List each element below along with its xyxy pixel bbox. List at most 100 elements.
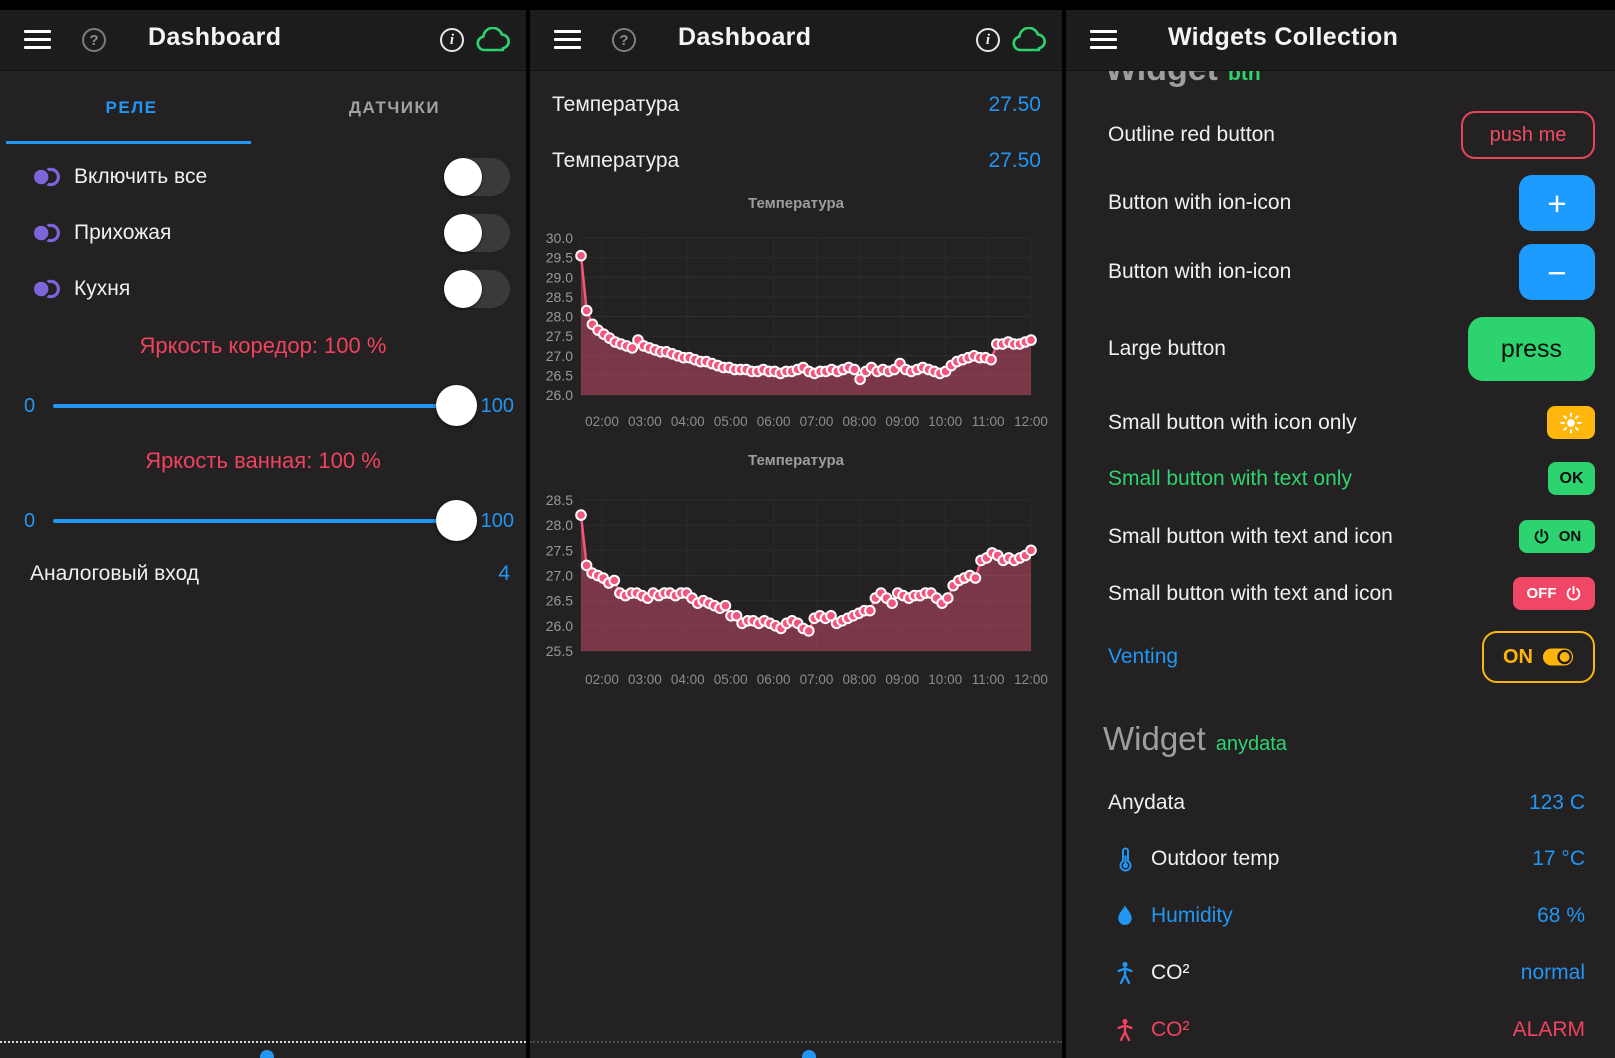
tab-bar: РЕЛЕ ДАТЧИКИ <box>0 70 526 145</box>
data-row-label: Outdoor temp <box>1151 847 1279 871</box>
info-icon[interactable]: i <box>976 28 1000 52</box>
hamburger-menu-icon[interactable] <box>1090 30 1117 49</box>
plus-button[interactable]: + <box>1519 175 1595 231</box>
slider-track[interactable] <box>53 519 473 523</box>
svg-text:26.0: 26.0 <box>546 618 573 634</box>
page-title: Dashboard <box>148 23 281 52</box>
data-row-value: 68 % <box>1537 904 1585 928</box>
page-title: Dashboard <box>678 23 811 52</box>
data-row-humidity: Humidity 68 % <box>1108 899 1585 933</box>
tab-sensors[interactable]: ДАТЧИКИ <box>263 70 526 145</box>
svg-text:27.5: 27.5 <box>546 328 573 344</box>
ok-button[interactable]: OK <box>1548 462 1595 495</box>
widget-row-label: Small button with text and icon <box>1108 582 1393 606</box>
relay-toggle-icon <box>30 166 62 188</box>
tab-relays[interactable]: РЕЛЕ <box>0 70 263 145</box>
slider-label-corridor: Яркость коредор: 100 % <box>0 333 526 359</box>
svg-text:04:00: 04:00 <box>671 414 705 429</box>
on-button[interactable]: ON <box>1519 520 1595 553</box>
svg-text:10:00: 10:00 <box>928 672 962 687</box>
slider-knob[interactable] <box>436 385 477 426</box>
switch-row: Кухня <box>0 261 526 317</box>
toggle-knob <box>444 158 482 196</box>
button-label: OFF <box>1527 585 1557 602</box>
switch-all-toggle[interactable] <box>444 158 510 196</box>
widget-row-text-only: Small button with text only OK <box>1108 462 1595 495</box>
widget-row-label: Button with ion-icon <box>1108 260 1291 284</box>
venting-toggle-button[interactable]: ON <box>1482 631 1595 683</box>
widget-row-label: Venting <box>1108 645 1178 669</box>
data-row-anydata: Anydata 123 C <box>1108 786 1585 820</box>
svg-text:04:00: 04:00 <box>671 672 705 687</box>
scroll-indicator-dot[interactable] <box>802 1050 816 1058</box>
analog-input-value: 4 <box>498 562 510 586</box>
water-drop-icon <box>1113 903 1137 929</box>
info-icon[interactable]: i <box>440 28 464 52</box>
svg-text:26.0: 26.0 <box>546 387 573 403</box>
svg-text:10:00: 10:00 <box>928 414 962 429</box>
header: Widgets Collection <box>1066 10 1615 71</box>
svg-text:07:00: 07:00 <box>800 414 834 429</box>
svg-text:27.0: 27.0 <box>546 568 573 584</box>
relay-toggle-icon <box>30 222 62 244</box>
help-glyph: ? <box>619 32 628 49</box>
press-button[interactable]: press <box>1468 317 1595 381</box>
slider-knob[interactable] <box>436 500 477 541</box>
widget-row-venting: Venting ON <box>1108 631 1595 683</box>
svg-text:09:00: 09:00 <box>885 414 919 429</box>
slider-min-label: 0 <box>24 395 35 418</box>
switch-row: Включить все <box>0 149 526 205</box>
widget-row-label: Small button with text only <box>1108 467 1352 491</box>
data-row-label: Anydata <box>1108 791 1185 815</box>
help-glyph: ? <box>89 32 98 49</box>
power-icon <box>1565 585 1582 602</box>
data-row-label: Humidity <box>1151 904 1233 928</box>
svg-text:03:00: 03:00 <box>628 414 662 429</box>
svg-text:05:00: 05:00 <box>714 672 748 687</box>
data-row-value: normal <box>1521 961 1585 985</box>
bottom-dotted-divider <box>530 1041 1062 1043</box>
temperature-chart-1: Температура 02:0003:0004:0005:0006:0007:… <box>530 195 1062 441</box>
widget-row-large-button: Large button press <box>1108 317 1595 381</box>
minus-button[interactable]: − <box>1519 244 1595 300</box>
hamburger-menu-icon[interactable] <box>24 30 51 49</box>
hamburger-menu-icon[interactable] <box>554 30 581 49</box>
toggle-knob <box>444 214 482 252</box>
svg-text:12:00: 12:00 <box>1014 672 1048 687</box>
chart-title: Температура <box>530 452 1062 478</box>
kitchen-toggle[interactable] <box>444 270 510 308</box>
slider-track[interactable] <box>53 404 473 408</box>
svg-text:11:00: 11:00 <box>972 672 1005 687</box>
temperature-chart-2: Температура 02:0003:0004:0005:0006:0007:… <box>530 452 1062 698</box>
cloud-connected-icon[interactable] <box>1010 27 1048 54</box>
cloud-connected-icon[interactable] <box>474 27 512 54</box>
data-row-value: 123 C <box>1529 791 1585 815</box>
widget-row-icon-only: Small button with icon only <box>1108 406 1595 439</box>
slider-max-label: 100 <box>481 395 514 418</box>
off-button[interactable]: OFF <box>1513 577 1595 610</box>
widget-row-ion-plus: Button with ion-icon + <box>1108 175 1595 231</box>
svg-text:27.5: 27.5 <box>546 542 573 558</box>
push-me-button[interactable]: push me <box>1461 111 1595 159</box>
hallway-toggle[interactable] <box>444 214 510 252</box>
data-row-value: 17 °C <box>1532 847 1585 871</box>
widget-row-label: Large button <box>1108 337 1226 361</box>
help-icon[interactable]: ? <box>82 28 106 52</box>
svg-text:12:00: 12:00 <box>1014 414 1048 429</box>
svg-text:03:00: 03:00 <box>628 672 662 687</box>
svg-text:02:00: 02:00 <box>585 672 619 687</box>
scroll-indicator-dot[interactable] <box>260 1050 274 1058</box>
switch-label: Включить все <box>74 165 207 189</box>
analog-input-label: Аналоговый вход <box>30 562 199 586</box>
temperature-value: 27.50 <box>988 93 1041 117</box>
svg-text:09:00: 09:00 <box>885 672 919 687</box>
brightness-button[interactable] <box>1547 406 1595 439</box>
power-icon <box>1533 528 1550 545</box>
person-icon <box>1113 960 1137 986</box>
svg-text:30.0: 30.0 <box>546 230 573 246</box>
svg-text:28.5: 28.5 <box>546 492 573 508</box>
section-heading-tag: anydata <box>1216 733 1287 755</box>
slider-max-label: 100 <box>481 510 514 533</box>
help-icon[interactable]: ? <box>612 28 636 52</box>
chart-plot-area: 02:0003:0004:0005:0006:0007:0008:0009:00… <box>530 221 1062 436</box>
